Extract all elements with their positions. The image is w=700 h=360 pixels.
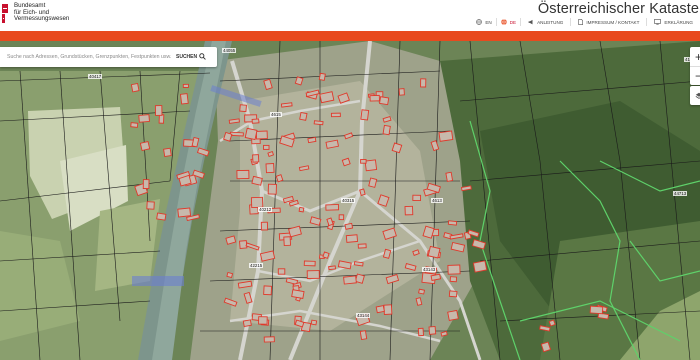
parcel-label: 40315: [341, 198, 356, 203]
guide-label: ANLEITUNG: [537, 19, 564, 25]
app-header: Bundesamt für Eich- und Vermessungswesen…: [0, 0, 700, 31]
zoom-controls: + −: [690, 47, 700, 85]
search-button-label: SUCHEN: [176, 54, 198, 60]
app-title: Österreichischer Kataster: [537, 1, 700, 17]
imprint-label: IMPRESSUM / KONTAKT: [586, 19, 640, 25]
language-en-button[interactable]: EN: [472, 19, 495, 25]
guide-link[interactable]: ANLEITUNG: [521, 19, 570, 25]
cadastral-map[interactable]: 40417 44055 4615 4100 40315 40212 42215 …: [0, 41, 700, 360]
globe-icon: [500, 19, 507, 25]
austria-flag-icon: [2, 4, 11, 23]
search-button[interactable]: SUCHEN: [176, 52, 206, 62]
parcel-label: 44713: [673, 191, 688, 196]
search-input[interactable]: [0, 54, 176, 60]
parcel-label: 4615: [270, 112, 282, 117]
header-accent-bar: [0, 31, 700, 41]
layers-icon: [695, 87, 700, 105]
parcel-label: 42215: [249, 263, 264, 268]
parcel-label: 40212: [258, 207, 273, 212]
agency-name-line3: Vermessungswesen: [14, 15, 70, 23]
agency-name: Bundesamt für Eich- und Vermessungswesen: [14, 2, 70, 23]
layers-button[interactable]: [690, 86, 700, 105]
accessibility-link[interactable]: ERKLÄRUNG: [647, 19, 700, 25]
search-icon: [199, 52, 206, 62]
monitor-icon: [654, 19, 662, 25]
parcel-label: 43144: [356, 313, 371, 318]
parcel-label: 4613: [431, 198, 443, 203]
zoom-in-button[interactable]: +: [690, 47, 700, 66]
megaphone-icon: [528, 19, 534, 25]
accessibility-label: ERKLÄRUNG: [664, 19, 693, 25]
parcel-label: 44055: [222, 48, 237, 53]
agency-logo[interactable]: Bundesamt für Eich- und Vermessungswesen: [2, 2, 70, 23]
file-icon: [578, 19, 584, 25]
parcel-label: 40417: [88, 74, 103, 79]
language-de-button[interactable]: DE: [497, 19, 520, 25]
parcel-label: 43143: [422, 267, 437, 272]
zoom-out-button[interactable]: −: [690, 66, 700, 85]
language-de-label: DE: [509, 19, 517, 25]
search-bar: SUCHE N: [0, 47, 217, 67]
globe-icon: [476, 19, 483, 25]
imprint-link[interactable]: IMPRESSUM / KONTAKT: [571, 19, 646, 25]
header-nav: EN DE ANLEITUNG IMPRESSUM / KONTAKT ERKL…: [472, 17, 700, 27]
language-en-label: EN: [485, 19, 492, 25]
